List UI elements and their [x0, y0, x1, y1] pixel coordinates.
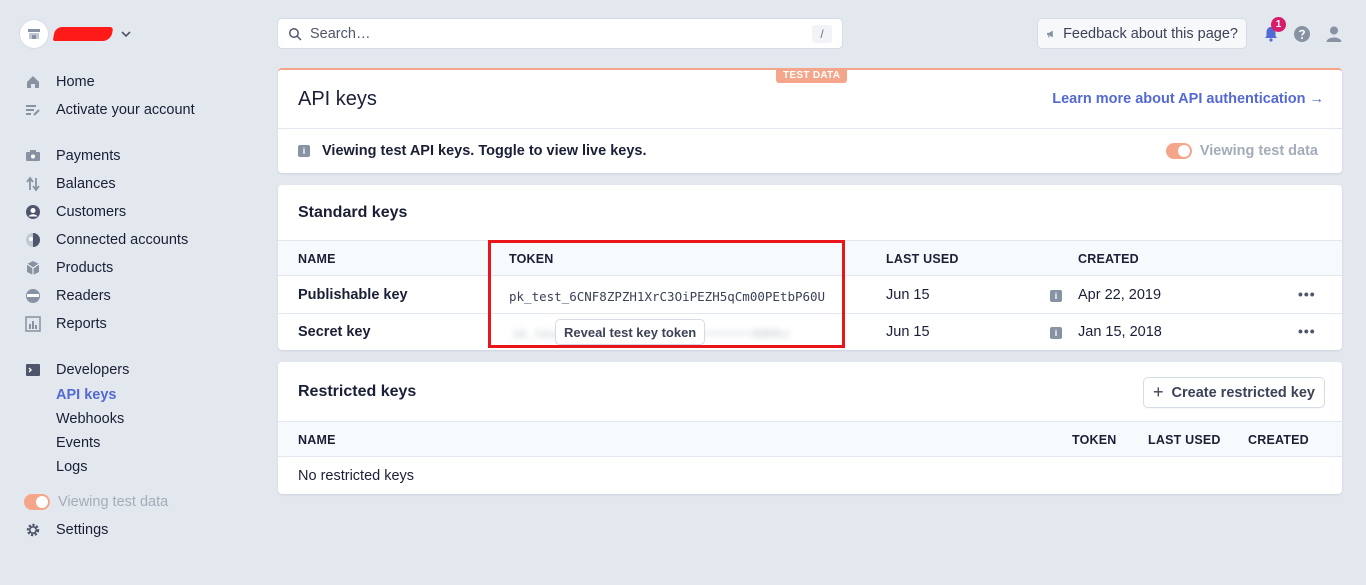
nav-home[interactable]: Home	[24, 71, 95, 93]
column-created: CREATED	[1078, 252, 1139, 266]
search-icon	[289, 27, 302, 41]
column-name: NAME	[298, 433, 336, 447]
test-data-switch-header[interactable]	[1165, 143, 1192, 159]
api-auth-docs-link[interactable]: Learn more about API authentication →	[1052, 91, 1324, 107]
nav-customers-label: Customers	[56, 204, 127, 220]
nav-customers[interactable]: Customers	[24, 201, 126, 223]
home-icon	[24, 73, 42, 91]
restricted-keys-header-row: NAME TOKEN LAST USED CREATED	[278, 421, 1342, 457]
feedback-label: Feedback about this page?	[1063, 25, 1238, 42]
test-data-badge: TEST DATA	[776, 68, 848, 83]
column-created: CREATED	[1248, 433, 1309, 447]
column-token: TOKEN	[1072, 433, 1117, 447]
search-input[interactable]	[310, 25, 812, 42]
publishable-key-created: Apr 22, 2019	[1078, 287, 1162, 303]
column-name: NAME	[298, 252, 336, 266]
help-icon[interactable]	[1292, 24, 1312, 44]
payments-icon	[24, 147, 42, 165]
secret-key-last-used: Jun 15	[886, 324, 930, 340]
nav-reports[interactable]: Reports	[24, 313, 107, 335]
nav-connected-label: Connected accounts	[56, 232, 189, 248]
nav-payments-label: Payments	[56, 148, 121, 164]
publishable-key-name: Publishable key	[298, 287, 408, 303]
page-title: API keys	[298, 88, 377, 110]
api-keys-header-card: TEST DATA API keys Learn more about API …	[278, 68, 1342, 173]
nav-settings-label: Settings	[56, 522, 109, 538]
megaphone-icon	[1047, 30, 1053, 37]
checklist-icon	[24, 101, 42, 119]
nav-settings[interactable]: Settings	[24, 519, 108, 541]
test-data-label: Viewing test data	[58, 494, 169, 510]
sidebar: Home Activate your account Payments Bala…	[0, 0, 260, 585]
account-name-redacted	[52, 27, 114, 41]
row-actions-icon[interactable]: •••	[1298, 323, 1316, 339]
test-keys-notice: i Viewing test API keys. Toggle to view …	[298, 143, 647, 159]
sidebar-test-data-toggle[interactable]: Viewing test data	[24, 491, 168, 513]
nav-api-keys[interactable]: API keys	[56, 387, 116, 407]
secret-key-created: Jan 15, 2018	[1078, 324, 1162, 340]
info-icon[interactable]: i	[1050, 290, 1062, 302]
readers-icon	[24, 287, 42, 305]
nav-balances-label: Balances	[56, 176, 116, 192]
terminal-icon	[24, 361, 42, 379]
nav-webhooks[interactable]: Webhooks	[56, 411, 124, 431]
column-last-used: LAST USED	[886, 252, 959, 266]
nav-home-label: Home	[56, 74, 95, 90]
info-icon: i	[298, 145, 310, 157]
nav-activate-label: Activate your account	[56, 102, 195, 118]
user-profile-icon[interactable]	[1324, 24, 1344, 44]
store-icon	[20, 20, 48, 48]
connected-accounts-icon	[24, 231, 42, 249]
restricted-keys-card: Restricted keys + Create restricted key …	[278, 362, 1342, 494]
feedback-button[interactable]: Feedback about this page?	[1038, 19, 1246, 48]
chevron-down-icon	[121, 31, 131, 38]
reports-icon	[24, 315, 42, 333]
search-bar[interactable]: /	[278, 19, 842, 48]
plus-icon: +	[1153, 382, 1164, 402]
column-last-used: LAST USED	[1148, 433, 1221, 447]
standard-keys-title: Standard keys	[298, 204, 408, 221]
nav-balances[interactable]: Balances	[24, 173, 116, 195]
nav-products[interactable]: Products	[24, 257, 113, 279]
view-test-data-toggle[interactable]: Viewing test data	[1165, 143, 1318, 159]
notification-badge: 1	[1271, 17, 1286, 32]
nav-products-label: Products	[56, 260, 114, 276]
search-shortcut-key: /	[812, 24, 832, 43]
test-data-switch[interactable]	[24, 494, 50, 510]
balances-icon	[24, 175, 42, 193]
test-keys-notice-text: Viewing test API keys. Toggle to view li…	[322, 143, 647, 159]
nav-payments[interactable]: Payments	[24, 145, 120, 167]
nav-connected-accounts[interactable]: Connected accounts	[24, 229, 188, 251]
create-restricted-key-label: Create restricted key	[1171, 384, 1315, 401]
row-actions-icon[interactable]: •••	[1298, 286, 1316, 302]
empty-state-text: No restricted keys	[298, 468, 415, 484]
create-restricted-key-button[interactable]: + Create restricted key	[1144, 378, 1324, 407]
products-icon	[24, 259, 42, 277]
nav-readers[interactable]: Readers	[24, 285, 111, 307]
restricted-keys-title: Restricted keys	[298, 383, 417, 400]
nav-reports-label: Reports	[56, 316, 107, 332]
nav-readers-label: Readers	[56, 288, 111, 304]
nav-events[interactable]: Events	[56, 435, 100, 455]
token-highlight-box	[488, 240, 845, 348]
publishable-key-last-used: Jun 15	[886, 287, 930, 303]
account-switcher[interactable]	[20, 20, 132, 48]
nav-developers-label: Developers	[56, 362, 130, 378]
gear-icon	[24, 521, 42, 539]
nav-activate-account[interactable]: Activate your account	[24, 99, 195, 121]
nav-developers[interactable]: Developers	[24, 359, 129, 381]
header-divider	[278, 128, 1342, 129]
secret-key-name: Secret key	[298, 324, 371, 340]
customers-icon	[24, 203, 42, 221]
info-icon[interactable]: i	[1050, 327, 1062, 339]
nav-logs[interactable]: Logs	[56, 459, 87, 479]
view-test-data-label: Viewing test data	[1199, 143, 1318, 159]
